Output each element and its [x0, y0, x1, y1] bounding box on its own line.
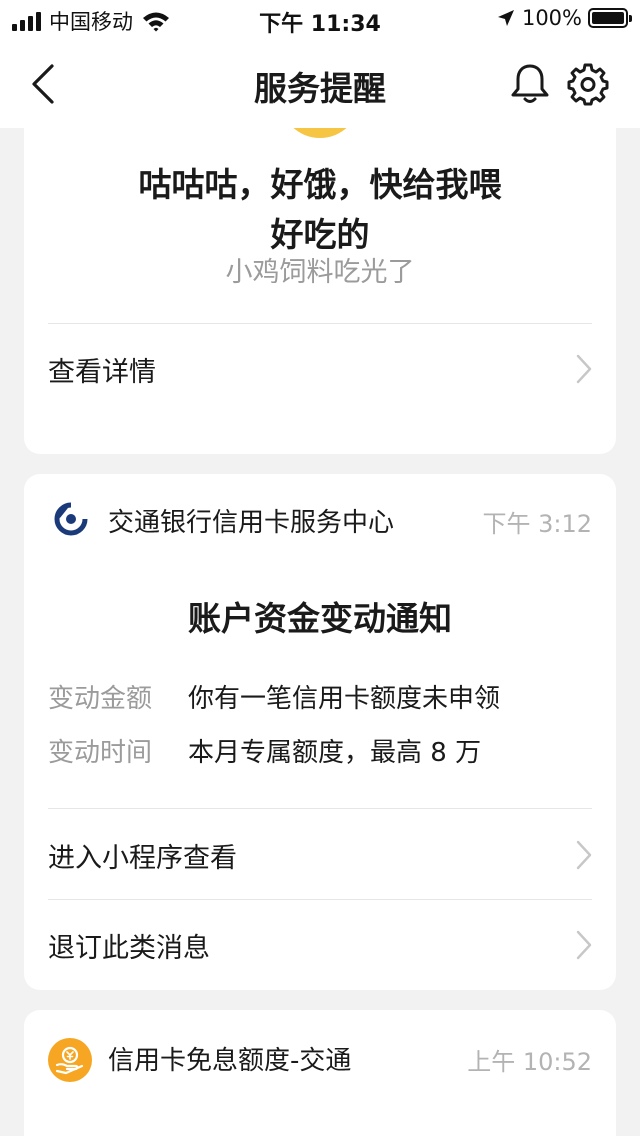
carrier-label: 中国移动	[49, 10, 133, 34]
page: 中国移动 下午 11:34 100% 服务提醒 咕咕咕，好饿，快给我喂 好吃的 …	[0, 0, 640, 1136]
divider	[48, 323, 592, 324]
message-list: 咕咕咕，好饿，快给我喂 好吃的 小鸡饲料吃光了 查看详情 交通银行信用卡服务中心…	[0, 128, 640, 1136]
open-mini-program-link[interactable]: 进入小程序查看	[48, 836, 237, 875]
divider	[48, 899, 592, 900]
status-left: 中国移动	[12, 6, 171, 36]
sender-name: 信用卡免息额度-交通	[108, 1046, 352, 1076]
message-card-chick: 咕咕咕，好饿，快给我喂 好吃的 小鸡饲料吃光了 查看详情	[24, 128, 616, 454]
message-title: 交易提醒	[24, 1128, 616, 1136]
sender-name: 交通银行信用卡服务中心	[108, 508, 395, 538]
battery-icon	[588, 8, 632, 28]
status-right: 100%	[496, 6, 632, 30]
card-subtitle: 小鸡饲料吃光了	[225, 257, 415, 288]
message-card-credit: 信用卡免息额度-交通 上午 10:52 交易提醒	[24, 1010, 616, 1136]
detail-key: 变动时间	[48, 738, 153, 768]
gear-icon[interactable]	[566, 62, 610, 106]
message-title: 账户资金变动通知	[188, 599, 452, 638]
detail-row: 变动金额 你有一笔信用卡额度未申领	[48, 678, 500, 715]
bank-logo-icon	[54, 502, 88, 536]
nav-bar: 服务提醒	[0, 40, 640, 128]
bell-icon[interactable]	[508, 62, 552, 106]
detail-value: 你有一笔信用卡额度未申领	[188, 684, 501, 714]
message-time: 上午 10:52	[467, 1048, 592, 1076]
divider	[48, 808, 592, 809]
chick-illustration	[280, 128, 360, 138]
detail-value: 本月专属额度，最高 8 万	[188, 738, 482, 768]
detail-row: 变动时间 本月专属额度，最高 8 万	[48, 732, 481, 769]
back-chevron-icon[interactable]	[24, 62, 64, 106]
chevron-right-icon	[576, 930, 592, 960]
chevron-right-icon	[576, 354, 592, 384]
chevron-right-icon	[576, 840, 592, 870]
location-arrow-icon	[497, 10, 514, 26]
message-time: 下午 3:12	[482, 510, 592, 538]
card-title-line1: 咕咕咕，好饿，快给我喂	[138, 165, 502, 204]
detail-key: 变动金额	[48, 684, 153, 714]
card-title: 咕咕咕，好饿，快给我喂 好吃的	[64, 160, 576, 260]
unsubscribe-link[interactable]: 退订此类消息	[48, 926, 210, 965]
signal-icon	[12, 11, 41, 31]
status-bar: 中国移动 下午 11:34 100%	[0, 0, 640, 40]
message-card-bank: 交通银行信用卡服务中心 下午 3:12 账户资金变动通知 变动金额 你有一笔信用卡…	[24, 474, 616, 990]
battery-percent: 100%	[521, 6, 582, 30]
coin-hand-icon	[48, 1038, 92, 1082]
wifi-icon	[143, 12, 169, 32]
view-details-link[interactable]: 查看详情	[48, 350, 156, 389]
